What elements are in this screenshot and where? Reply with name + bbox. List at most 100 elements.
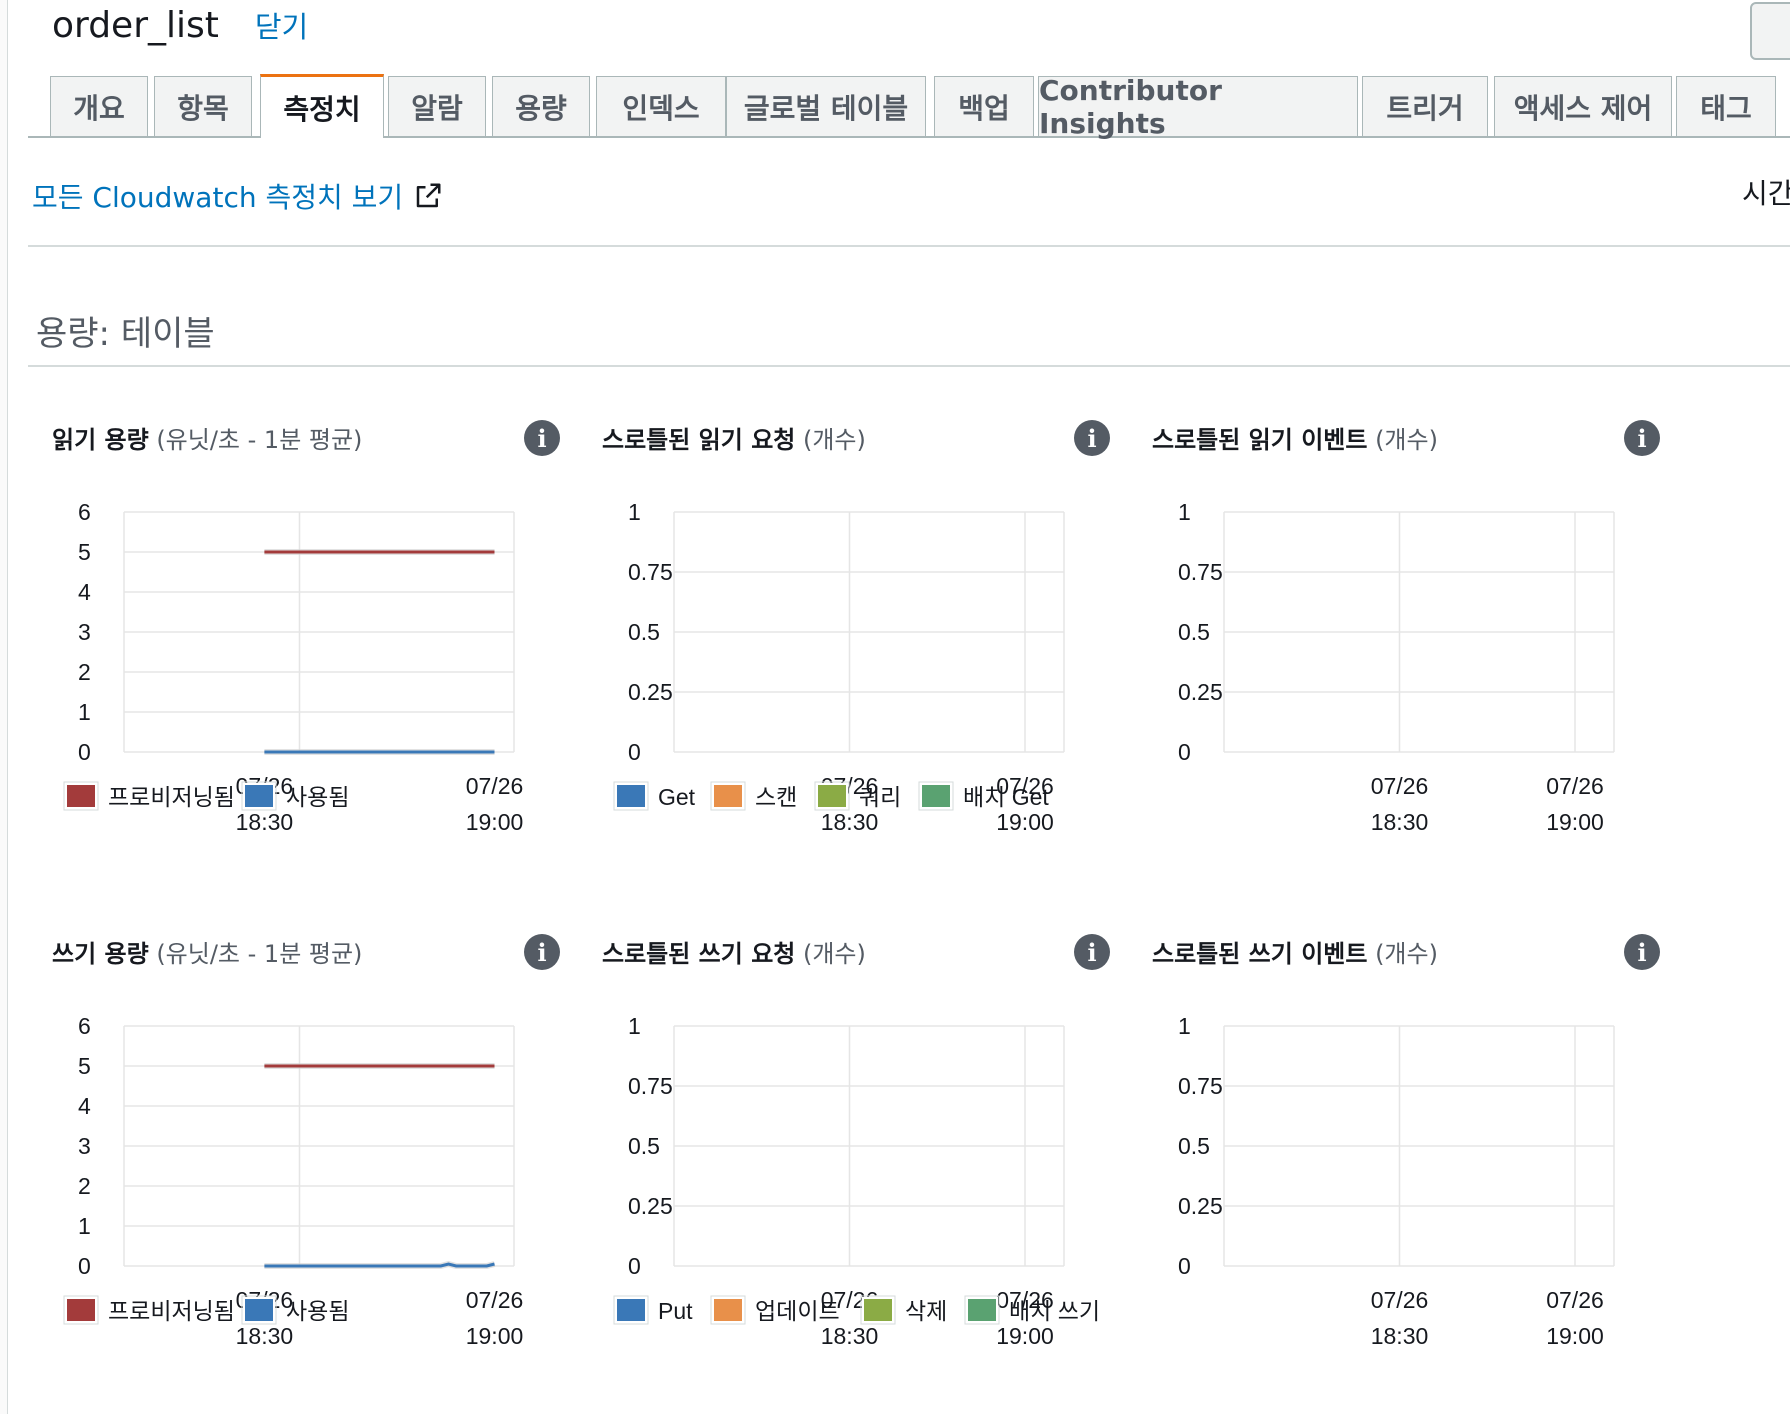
chart: 1 0.75 0.5 0.25 0 07/26 18:30 07/26 19:00: [1178, 499, 1615, 835]
y-tick-label: 4: [78, 579, 91, 605]
x-tick-label: 19:00: [996, 809, 1054, 835]
x-tick-label: 07/26: [1371, 1287, 1429, 1313]
divider: [28, 365, 1790, 367]
y-tick-label: 1: [1178, 499, 1191, 525]
y-tick-label: 0.5: [1178, 619, 1210, 645]
table-title: order_list: [52, 5, 219, 46]
y-tick-label: 4: [78, 1093, 91, 1119]
close-link[interactable]: 닫기: [255, 4, 308, 46]
x-tick-label: 18:30: [236, 1323, 294, 1349]
tab-access-control[interactable]: 액세스 제어: [1494, 76, 1672, 136]
tab-alarms[interactable]: 알람: [388, 76, 486, 136]
tab-bar: 개요 항목 측정치 알람 용량 인덱스 글로벌 테이블 백업 Contribut…: [28, 74, 1790, 140]
legend-swatch: [243, 783, 275, 809]
y-tick-label: 6: [78, 499, 91, 525]
y-tick-label: 2: [78, 659, 91, 685]
tab-metrics[interactable]: 측정치: [260, 74, 384, 138]
tab-global-tables[interactable]: 글로벌 테이블: [726, 76, 926, 136]
x-tick-label: 07/26: [1546, 773, 1604, 799]
tab-overview[interactable]: 개요: [50, 76, 148, 136]
chart: 654321007/2618:3007/2619:00프로비저닝됨사용됨: [63, 499, 523, 835]
widget-throttled-write-requests: 스로틀된 쓰기 요청 (개수) i 1 0.75 0.5 0.25 0 07/26 18:30 0…: [602, 934, 1110, 1414]
legend-label: Get: [658, 784, 696, 810]
legend-label: 배치 쓰기: [1009, 1298, 1100, 1324]
y-tick-label: 1: [628, 1013, 641, 1039]
y-tick-label: 0: [1178, 1253, 1191, 1279]
y-tick-label: 0.75: [1178, 1073, 1223, 1099]
widget-write-capacity: 쓰기 용량 (유닛/초 - 1분 평균)i654321007/2618:3007…: [52, 934, 560, 1414]
x-tick-label: 19:00: [1546, 809, 1604, 835]
y-tick-label: 3: [78, 1133, 91, 1159]
y-tick-label: 1: [628, 499, 641, 525]
cloudwatch-metrics-link[interactable]: 모든 Cloudwatch 측정치 보기: [32, 176, 443, 216]
y-tick-label: 0.25: [628, 1193, 673, 1219]
y-tick-label: 5: [78, 1053, 91, 1079]
y-tick-label: 0.75: [628, 559, 673, 585]
y-tick-label: 1: [78, 699, 91, 725]
widget-throttled-write-events: 스로틀된 쓰기 이벤트 (개수) i 1 0.75 0.5 0.25 0 07/26 18:30…: [1152, 934, 1660, 1414]
time-range-label: 시간: [1742, 177, 1790, 210]
tab-items[interactable]: 항목: [154, 76, 252, 136]
tab-tags[interactable]: 태그: [1676, 76, 1776, 136]
legend-label: 사용됨: [286, 1298, 349, 1324]
legend-swatch: [712, 1297, 744, 1323]
legend-label: 업데이트: [755, 1298, 840, 1324]
y-tick-label: 0: [628, 739, 641, 765]
y-tick-label: 0.25: [628, 679, 673, 705]
legend-swatch: [615, 783, 647, 809]
tab-indexes[interactable]: 인덱스: [596, 76, 726, 136]
y-tick-label: 0.25: [1178, 679, 1223, 705]
x-tick-label: 18:30: [236, 809, 294, 835]
y-tick-label: 5: [78, 539, 91, 565]
y-tick-label: 0.5: [1178, 1133, 1210, 1159]
tab-backups[interactable]: 백업: [934, 76, 1034, 136]
table-header: order_list 닫기: [52, 4, 308, 50]
external-link-icon: [416, 183, 441, 208]
legend-swatch: [243, 1297, 275, 1323]
legend-swatch: [862, 1297, 894, 1323]
legend-label: Put: [658, 1298, 693, 1324]
legend-label: 사용됨: [286, 784, 349, 810]
legend-swatch: [65, 783, 97, 809]
widget-throttled-read-events: 스로틀된 읽기 이벤트 (개수) i 1 0.75 0.5 0.25 0 07/26 18:30…: [1152, 420, 1660, 900]
legend-label: 배치 Get: [963, 784, 1049, 810]
x-tick-label: 18:30: [821, 809, 879, 835]
legend-swatch: [920, 783, 952, 809]
left-rail: [0, 0, 8, 1414]
y-tick-label: 6: [78, 1013, 91, 1039]
y-tick-label: 0.75: [628, 1073, 673, 1099]
legend-label: 스캔: [755, 784, 797, 810]
tab-contributor-insights[interactable]: Contributor Insights: [1038, 74, 1358, 140]
panel-toggle-button[interactable]: [1750, 2, 1790, 60]
tab-triggers[interactable]: 트리거: [1362, 76, 1488, 136]
y-tick-label: 3: [78, 619, 91, 645]
chart: 1 0.75 0.5 0.25 0 07/26 18:30 07/26 19:00: [1178, 1013, 1615, 1349]
y-tick-label: 0.25: [1178, 1193, 1223, 1219]
widget-throttled-read-requests: 스로틀된 읽기 요청 (개수) i 1 0.75 0.5 0.25 0 07/26 18:30 0…: [602, 420, 1110, 900]
chart: 10.750.50.25007/2618:3007/2619:00Put 업데이트…: [613, 1013, 1100, 1349]
x-tick-label: 07/26: [466, 1287, 524, 1313]
chart: 654321007/2618:3007/2619:00프로비저닝됨사용됨: [63, 1013, 524, 1349]
legend-swatch: [712, 783, 744, 809]
legend-swatch: [816, 783, 848, 809]
legend-label: 쿼리: [859, 784, 901, 810]
legend-swatch: [615, 1297, 647, 1323]
x-tick-label: 07/26: [1371, 773, 1429, 799]
y-tick-label: 2: [78, 1173, 91, 1199]
y-tick-label: 0: [78, 1253, 91, 1279]
tab-capacity[interactable]: 용량: [492, 76, 590, 136]
legend-swatch: [966, 1297, 998, 1323]
legend-swatch: [65, 1297, 97, 1323]
chart: 10.750.50.25007/2618:3007/2619:00Get 스캔 쿼리…: [613, 499, 1065, 835]
widget-read-capacity: 읽기 용량 (유닛/초 - 1분 평균)i654321007/2618:3007…: [52, 420, 560, 900]
y-tick-label: 0.5: [628, 1133, 660, 1159]
x-tick-label: 19:00: [996, 1323, 1054, 1349]
legend-label: 삭제: [905, 1298, 947, 1324]
cloudwatch-link-label: 모든 Cloudwatch 측정치 보기: [32, 181, 404, 214]
y-tick-label: 0.75: [1178, 559, 1223, 585]
x-tick-label: 19:00: [466, 1323, 524, 1349]
y-tick-label: 0: [78, 739, 91, 765]
x-tick-label: 18:30: [1371, 1323, 1429, 1349]
x-tick-label: 18:30: [821, 1323, 879, 1349]
legend-label: 프로비저닝됨: [108, 1298, 235, 1324]
